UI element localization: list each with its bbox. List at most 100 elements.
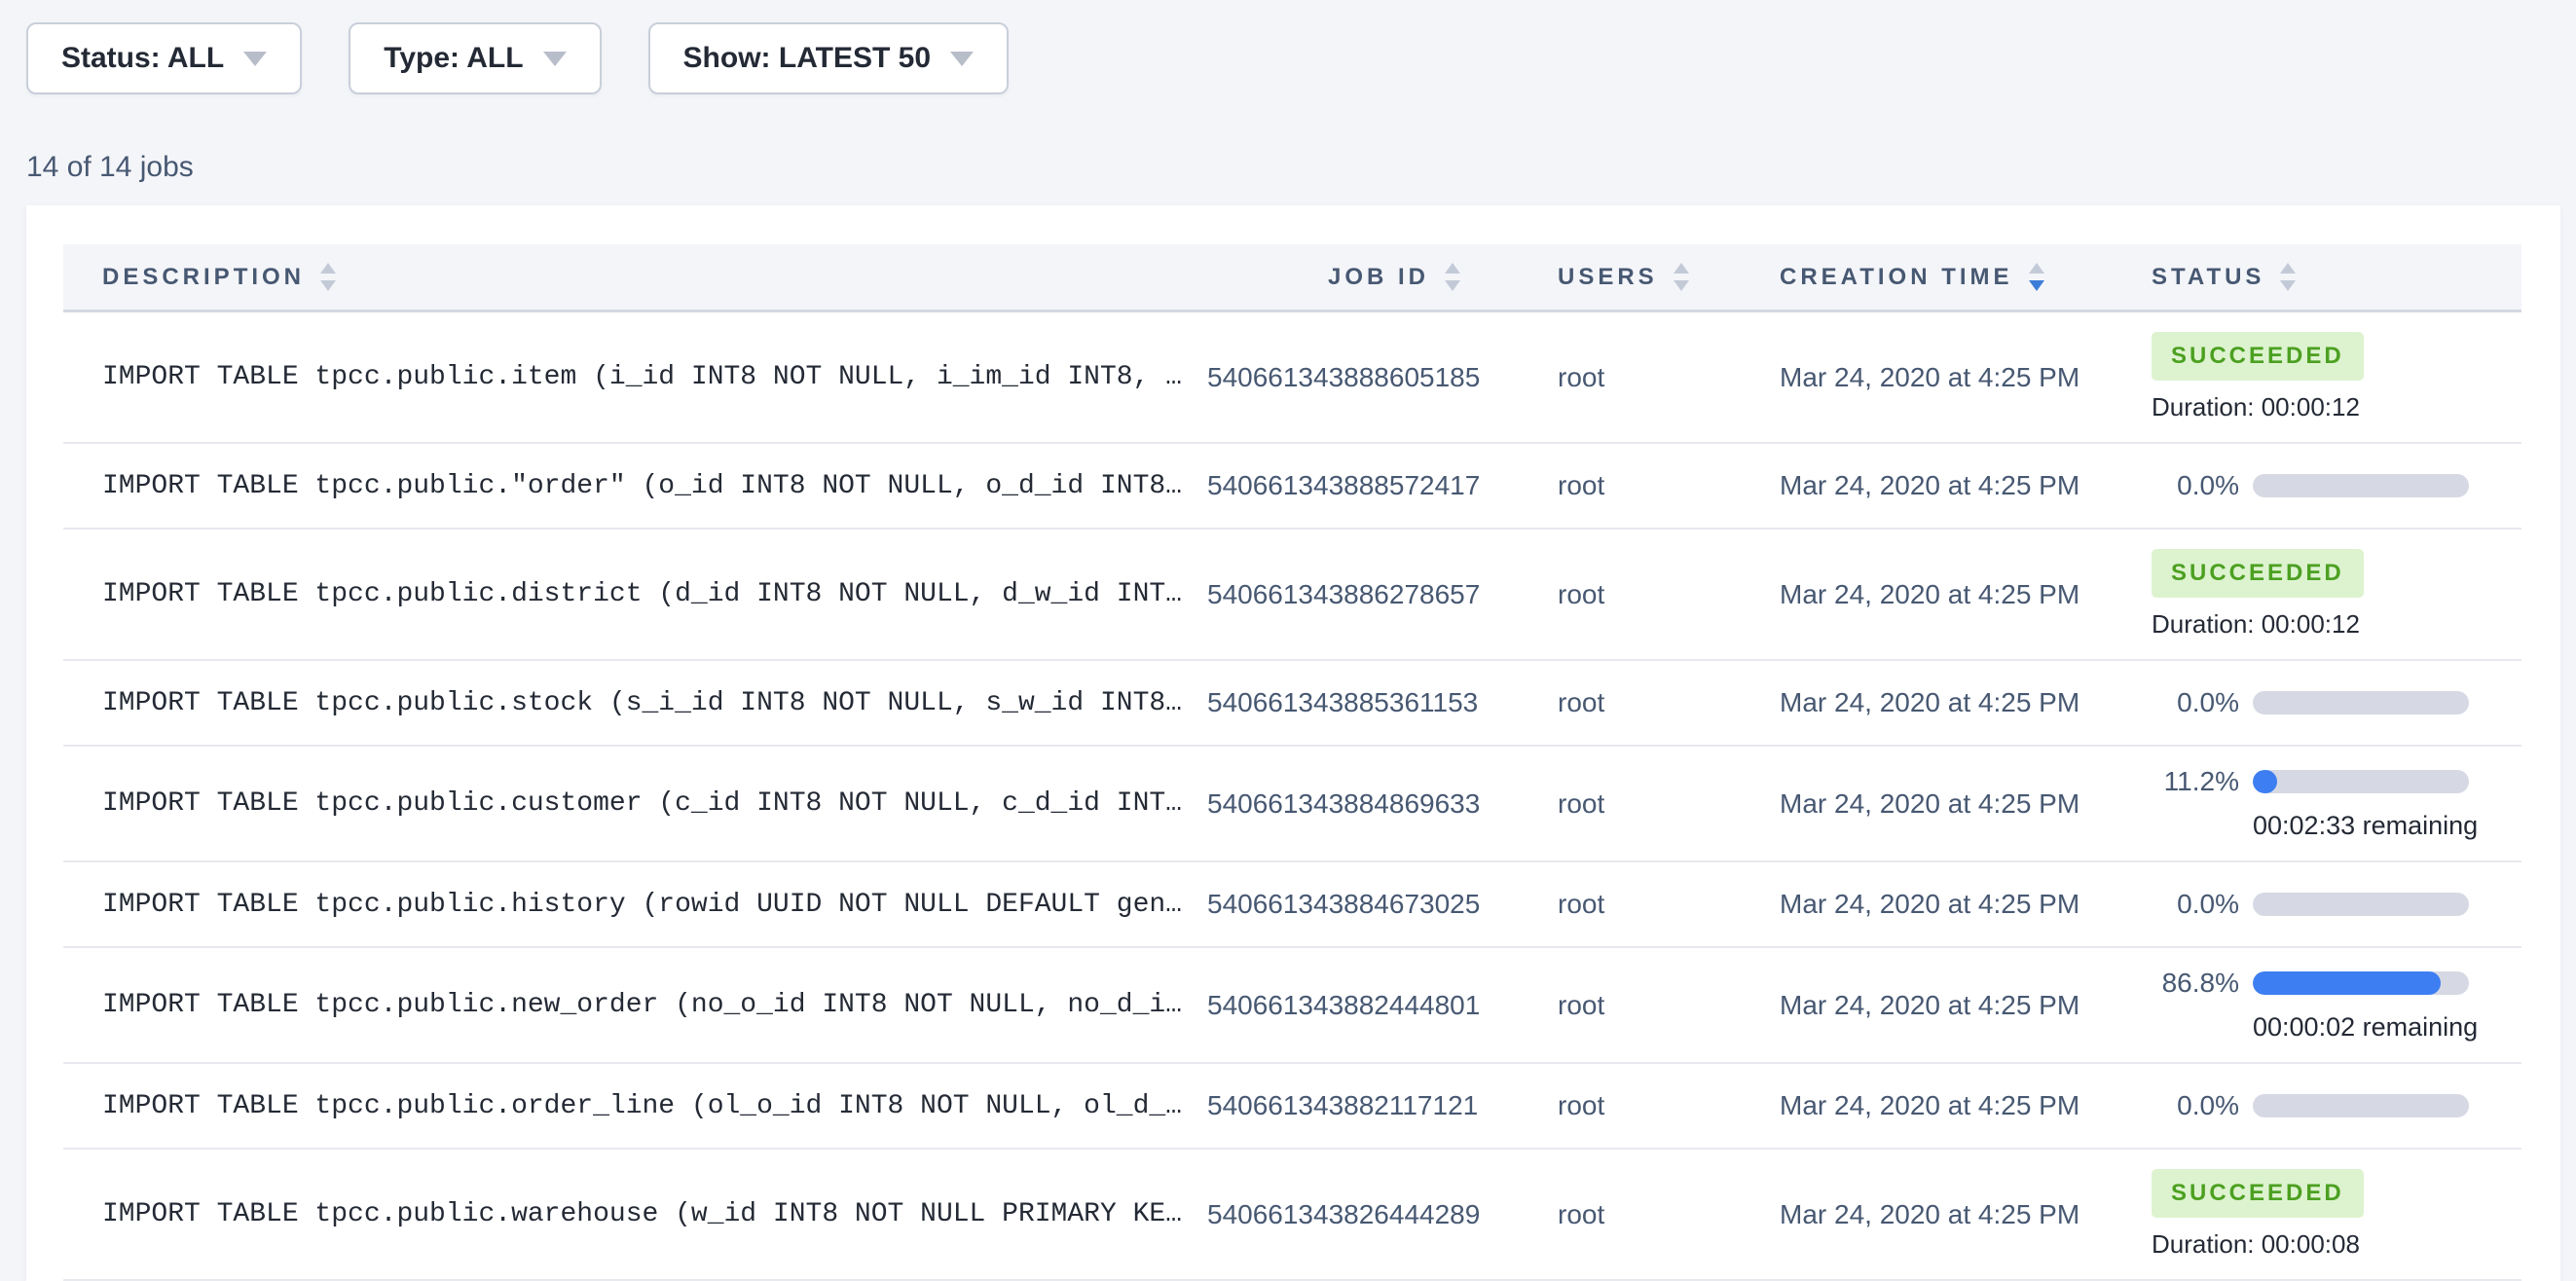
progress-percent: 0.0% <box>2152 1090 2239 1121</box>
job-id: 540661343826444289 <box>1207 1199 1460 1230</box>
sort-asc-icon <box>320 263 336 274</box>
progress-percent: 0.0% <box>2152 889 2239 920</box>
job-description-link[interactable]: IMPORT TABLE tpcc.public.item (i_id INT8… <box>63 362 1207 392</box>
job-creation-time: Mar 24, 2020 at 4:25 PM <box>1780 1090 2142 1121</box>
progress-bar <box>2253 1094 2469 1117</box>
job-id: 540661343886278657 <box>1207 579 1460 610</box>
sort-asc-icon <box>2280 263 2296 274</box>
sort-asc-icon <box>1445 263 1460 274</box>
sort-arrows-icon <box>320 263 336 291</box>
status-filter-dropdown[interactable]: Status: ALL <box>26 22 302 94</box>
table-row: IMPORT TABLE tpcc.public.warehouse (w_id… <box>63 1150 2521 1281</box>
progress-bar <box>2253 691 2469 714</box>
job-creation-time: Mar 24, 2020 at 4:25 PM <box>1780 1199 2142 1230</box>
job-user: root <box>1460 788 1780 820</box>
job-creation-time: Mar 24, 2020 at 4:25 PM <box>1780 687 2142 718</box>
status-badge-succeeded: SUCCEEDED <box>2152 332 2364 381</box>
column-header-description[interactable]: DESCRIPTION <box>63 263 1207 291</box>
job-description-link[interactable]: IMPORT TABLE tpcc.public."order" (o_id I… <box>63 471 1207 501</box>
progress-percent: 0.0% <box>2152 687 2239 718</box>
table-row: IMPORT TABLE tpcc.public.order_line (ol_… <box>63 1064 2521 1150</box>
job-id: 540661343884673025 <box>1207 889 1460 920</box>
table-row: IMPORT TABLE tpcc.public.customer (c_id … <box>63 747 2521 862</box>
progress-percent: 0.0% <box>2152 470 2239 501</box>
column-header-creation-time[interactable]: CREATION TIME <box>1780 263 2142 291</box>
sort-desc-icon <box>1445 280 1460 291</box>
sort-asc-icon <box>2029 263 2044 274</box>
chevron-down-icon <box>543 52 567 66</box>
job-creation-time: Mar 24, 2020 at 4:25 PM <box>1780 788 2142 820</box>
column-header-job-id[interactable]: JOB ID <box>1207 263 1460 291</box>
job-description-link[interactable]: IMPORT TABLE tpcc.public.history (rowid … <box>63 890 1207 920</box>
job-id: 540661343882444801 <box>1207 990 1460 1021</box>
status-badge-succeeded: SUCCEEDED <box>2152 549 2364 598</box>
job-user: root <box>1460 362 1780 393</box>
job-id: 540661343882117121 <box>1207 1090 1460 1121</box>
progress-bar <box>2253 893 2469 916</box>
type-filter-dropdown[interactable]: Type: ALL <box>349 22 601 94</box>
table-row: IMPORT TABLE tpcc.public.item (i_id INT8… <box>63 312 2521 444</box>
table-row: IMPORT TABLE tpcc.public.district (d_id … <box>63 530 2521 661</box>
job-status-cell: SUCCEEDED Duration: 00:00:12 <box>2142 549 2521 640</box>
job-description-link[interactable]: IMPORT TABLE tpcc.public.order_line (ol_… <box>63 1091 1207 1121</box>
status-time-remaining: 00:00:02 remaining <box>2253 1012 2521 1043</box>
progress-percent: 11.2% <box>2152 766 2239 797</box>
job-id: 540661343884869633 <box>1207 788 1460 820</box>
job-status-cell: 11.2% 00:02:33 remaining <box>2142 766 2521 841</box>
job-status-cell: 0.0% <box>2142 889 2521 920</box>
job-user: root <box>1460 1090 1780 1121</box>
sort-arrows-icon <box>1445 263 1460 291</box>
table-row: IMPORT TABLE tpcc.public.new_order (no_o… <box>63 948 2521 1064</box>
job-creation-time: Mar 24, 2020 at 4:25 PM <box>1780 579 2142 610</box>
job-status-cell: SUCCEEDED Duration: 00:00:08 <box>2142 1169 2521 1260</box>
table-header-row: DESCRIPTION JOB ID USERS CREATION TIME <box>63 244 2521 312</box>
jobs-count-summary: 14 of 14 jobs <box>26 151 2576 184</box>
job-status-cell: 86.8% 00:00:02 remaining <box>2142 968 2521 1043</box>
status-duration: Duration: 00:00:12 <box>2152 392 2521 422</box>
job-status-cell: 0.0% <box>2142 687 2521 718</box>
status-filter-label: Status: ALL <box>61 42 224 75</box>
sort-arrows-icon <box>2029 263 2044 291</box>
job-description-link[interactable]: IMPORT TABLE tpcc.public.stock (s_i_id I… <box>63 688 1207 718</box>
job-creation-time: Mar 24, 2020 at 4:25 PM <box>1780 470 2142 501</box>
job-status-cell: SUCCEEDED Duration: 00:00:12 <box>2142 332 2521 422</box>
job-user: root <box>1460 990 1780 1021</box>
column-header-status[interactable]: STATUS <box>2142 263 2521 291</box>
status-time-remaining: 00:02:33 remaining <box>2253 811 2521 841</box>
chevron-down-icon <box>243 52 267 66</box>
progress-bar <box>2253 474 2469 497</box>
status-duration: Duration: 00:00:08 <box>2152 1229 2521 1260</box>
progress-bar <box>2253 971 2469 995</box>
job-user: root <box>1460 889 1780 920</box>
job-id: 540661343888605185 <box>1207 362 1460 393</box>
job-status-cell: 0.0% <box>2142 470 2521 501</box>
progress-bar <box>2253 770 2469 793</box>
job-user: root <box>1460 470 1780 501</box>
job-description-link[interactable]: IMPORT TABLE tpcc.public.warehouse (w_id… <box>63 1199 1207 1229</box>
job-description-link[interactable]: IMPORT TABLE tpcc.public.district (d_id … <box>63 579 1207 609</box>
jobs-table-card: DESCRIPTION JOB ID USERS CREATION TIME <box>26 205 2560 1281</box>
status-duration: Duration: 00:00:12 <box>2152 609 2521 640</box>
job-status-cell: 0.0% <box>2142 1090 2521 1121</box>
show-filter-dropdown[interactable]: Show: LATEST 50 <box>648 22 1009 94</box>
job-user: root <box>1460 1199 1780 1230</box>
sort-asc-icon <box>1674 263 1689 274</box>
table-row: IMPORT TABLE tpcc.public.stock (s_i_id I… <box>63 661 2521 747</box>
chevron-down-icon <box>950 52 974 66</box>
job-description-link[interactable]: IMPORT TABLE tpcc.public.customer (c_id … <box>63 788 1207 819</box>
status-badge-succeeded: SUCCEEDED <box>2152 1169 2364 1218</box>
job-creation-time: Mar 24, 2020 at 4:25 PM <box>1780 362 2142 393</box>
filter-bar: Status: ALL Type: ALL Show: LATEST 50 <box>0 0 2576 94</box>
sort-desc-icon <box>1674 280 1689 291</box>
table-row: IMPORT TABLE tpcc.public.history (rowid … <box>63 862 2521 948</box>
sort-arrows-icon <box>2280 263 2296 291</box>
job-creation-time: Mar 24, 2020 at 4:25 PM <box>1780 990 2142 1021</box>
job-description-link[interactable]: IMPORT TABLE tpcc.public.new_order (no_o… <box>63 990 1207 1020</box>
column-header-users[interactable]: USERS <box>1460 263 1780 291</box>
sort-arrows-icon <box>1674 263 1689 291</box>
progress-percent: 86.8% <box>2152 968 2239 999</box>
job-creation-time: Mar 24, 2020 at 4:25 PM <box>1780 889 2142 920</box>
table-row: IMPORT TABLE tpcc.public."order" (o_id I… <box>63 444 2521 530</box>
sort-desc-active-icon <box>2029 280 2044 291</box>
show-filter-label: Show: LATEST 50 <box>683 42 931 75</box>
